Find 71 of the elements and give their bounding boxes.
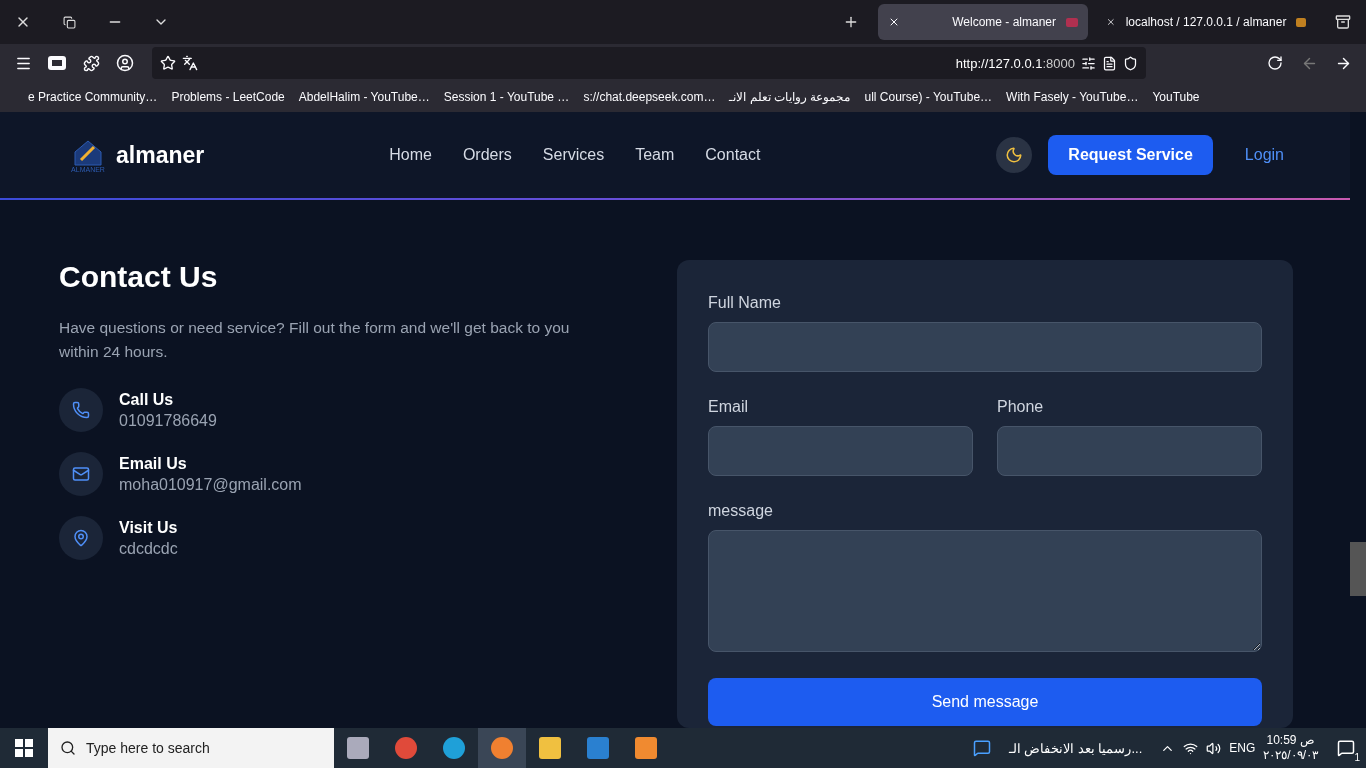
send-message-button[interactable]: Send message xyxy=(708,678,1262,726)
browser-app-icon[interactable] xyxy=(478,728,526,768)
intro-text: Have questions or need service? Fill out the form and we'll get back to you within 24 hours. xyxy=(59,318,571,362)
notification-count: 1 xyxy=(1354,752,1360,763)
nav-link[interactable]: Contact xyxy=(705,146,761,164)
bookmark-link[interactable]: مجموعة روايات تعلم الانـ xyxy=(729,90,851,104)
nav-link[interactable]: Team xyxy=(635,146,675,164)
moon-icon xyxy=(1005,146,1024,164)
search-icon xyxy=(60,740,76,756)
scrollbar-thumb[interactable] xyxy=(1350,542,1366,596)
contact-value: moha010917@gmail.com xyxy=(119,475,302,494)
mail-icon xyxy=(72,465,90,483)
browser-tab[interactable]: localhost / 127.0.0.1 / almaner xyxy=(1096,4,1316,40)
favicon-icon xyxy=(1066,17,1078,27)
reload-icon[interactable] xyxy=(1267,55,1283,71)
clock-date[interactable]: ٢٠٢٥/٠٩/٠٣ xyxy=(1263,748,1318,763)
close-icon[interactable] xyxy=(888,16,900,28)
notifications-icon[interactable] xyxy=(1337,739,1355,757)
restore-icon[interactable] xyxy=(62,15,76,29)
nav-link[interactable]: Services xyxy=(542,146,605,164)
contact-value: cdcdcdc xyxy=(119,539,178,558)
contact-label: Call Us xyxy=(119,390,175,409)
browser-tab[interactable]: Welcome - almaner xyxy=(878,4,1088,40)
bookmark-link[interactable]: s://chat.deepseek.com… xyxy=(583,90,716,104)
email-field[interactable] xyxy=(708,426,973,476)
sliders-icon[interactable] xyxy=(1081,55,1096,71)
language-indicator[interactable]: ENG xyxy=(1229,741,1256,755)
archive-icon[interactable] xyxy=(1335,14,1351,30)
news-headline[interactable]: رسميا بعد الانخفاض الـ... xyxy=(998,740,1153,756)
bookmark-link[interactable]: ull Course) - YouTube… xyxy=(864,90,993,104)
puzzle-icon[interactable] xyxy=(82,54,100,72)
phone-icon xyxy=(72,401,90,419)
request-service-button[interactable]: Request Service xyxy=(1048,135,1213,175)
windows-logo-icon[interactable] xyxy=(15,739,33,757)
location-pin-icon xyxy=(72,529,90,547)
brand-name[interactable]: almaner xyxy=(116,141,205,169)
close-icon[interactable] xyxy=(1106,16,1116,28)
nav-link[interactable]: Home xyxy=(389,146,432,164)
field-label: Phone xyxy=(997,398,1045,416)
bookmark-link[interactable]: Session 1 - YouTube … xyxy=(443,90,570,104)
field-label: Email xyxy=(708,398,749,416)
message-field[interactable] xyxy=(708,530,1262,652)
news-icon[interactable] xyxy=(972,739,991,757)
page-title: Contact Us xyxy=(59,260,219,294)
field-label: Full Name xyxy=(708,294,782,312)
bookmark-link[interactable]: YouTube xyxy=(1152,90,1200,104)
volume-icon[interactable] xyxy=(1206,740,1222,756)
account-icon[interactable] xyxy=(116,54,134,72)
favicon-icon xyxy=(1296,17,1306,27)
login-link[interactable]: Login xyxy=(1244,146,1284,164)
plus-icon[interactable] xyxy=(843,14,859,30)
contact-label: Visit Us xyxy=(119,518,178,537)
address-bar[interactable]: http://127.0.0.1:8000 xyxy=(152,47,1146,79)
field-label: message xyxy=(708,502,774,520)
star-icon[interactable] xyxy=(160,55,176,71)
phone-field[interactable] xyxy=(997,426,1262,476)
translate-icon[interactable] xyxy=(182,55,198,71)
wifi-icon[interactable] xyxy=(1183,740,1199,756)
extension-icon[interactable] xyxy=(48,56,66,70)
contact-value: 01091786649 xyxy=(119,411,217,430)
theme-toggle-button[interactable] xyxy=(996,137,1033,173)
bookmark-link[interactable]: e Practice Community… xyxy=(28,90,158,104)
bookmark-link[interactable]: With Fasely - YouTube… xyxy=(1006,90,1139,104)
nav-link[interactable]: Orders xyxy=(462,146,512,164)
shield-icon[interactable] xyxy=(1123,55,1138,71)
contact-label: Email Us xyxy=(119,454,188,473)
bookmark-link[interactable]: Problems - LeetCode xyxy=(171,90,285,104)
bookmark-link[interactable]: AbdelHalim - YouTube… xyxy=(298,90,430,104)
full-name-field[interactable] xyxy=(708,322,1262,372)
page-icon[interactable] xyxy=(1102,55,1117,71)
taskbar-search-field[interactable]: Type here to search xyxy=(48,728,334,768)
